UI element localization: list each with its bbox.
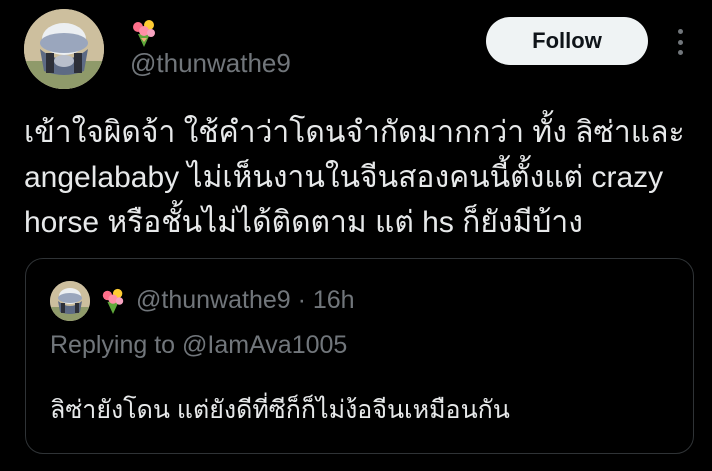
- quoted-avatar[interactable]: [50, 281, 90, 321]
- tweet-text: เข้าใจผิดจ้า ใช้คำว่าโดนจำกัดมากกว่า ทั้…: [24, 110, 694, 245]
- quoted-author-line[interactable]: @thunwathe9 · 16h: [136, 288, 355, 313]
- bouquet-icon: [100, 287, 126, 315]
- tweet-text-line: เข้าใจผิดจ้า ใช้คำว่าโดนจำกัดมากกว่า ทั้…: [24, 116, 685, 149]
- avatar-image: [50, 281, 90, 321]
- replying-to-line[interactable]: Replying to @IamAva1005: [50, 333, 347, 358]
- avatar-image: [24, 9, 104, 89]
- follow-button[interactable]: Follow: [486, 17, 648, 65]
- bouquet-icon: [130, 18, 158, 48]
- author-handle[interactable]: @thunwathe9: [130, 50, 291, 76]
- more-options-icon[interactable]: [668, 27, 692, 57]
- avatar[interactable]: [24, 9, 104, 89]
- quoted-tweet-text: ลิซ่ายังโดน แต่ยังดีที่ซีก็ก็ไม่ง้อจีนเห…: [50, 396, 510, 424]
- tweet-text-line: angelababy ไม่เห็นงานในจีนสองคนนี้ตั้งแต…: [24, 161, 664, 194]
- tweet-text-line: horse หรือชั้นไม่ได้ติดตาม แต่ hs ก็ยังม…: [24, 206, 583, 239]
